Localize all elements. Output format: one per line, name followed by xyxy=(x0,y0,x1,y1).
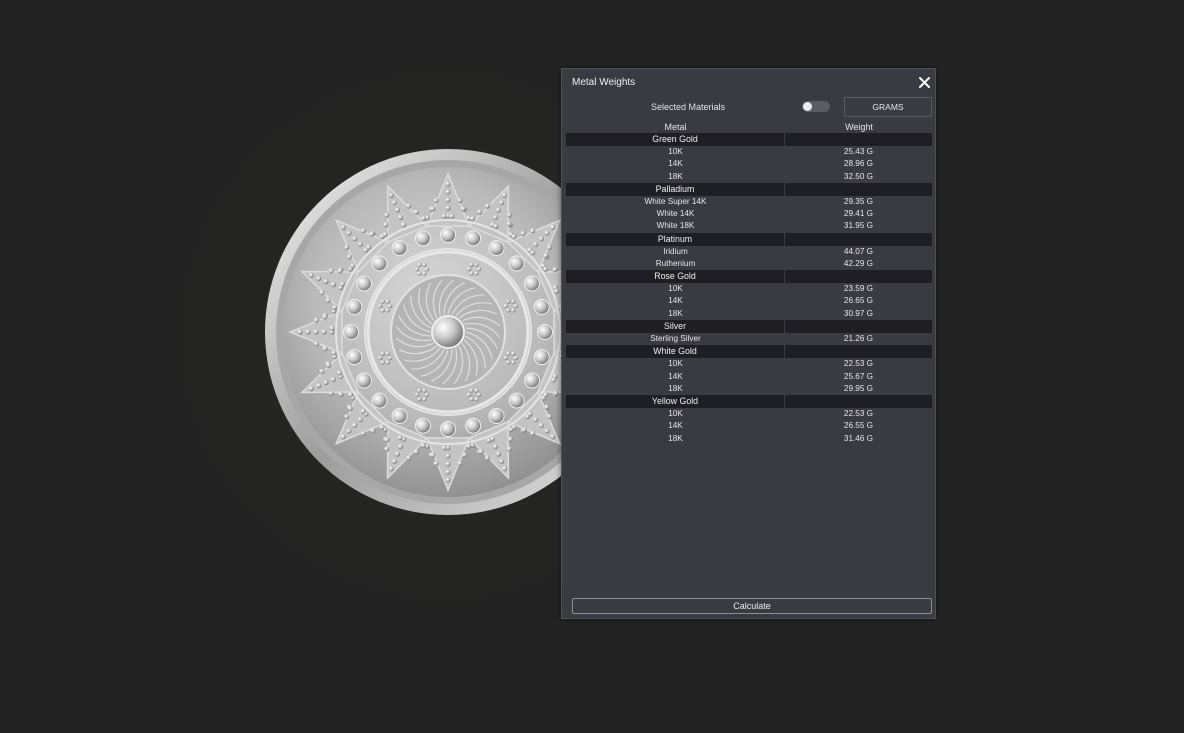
metal-row: Sterling Silver 21.26 G xyxy=(566,333,932,345)
group-weight-blank xyxy=(785,395,932,408)
metal-weight: 29.95 G xyxy=(843,383,874,393)
metal-name: 14K xyxy=(668,371,683,381)
metal-name: 18K xyxy=(668,383,683,393)
metal-weight-table: Green Gold 10K 25.43 G 14K 28.96 G 18K 32.50 G… xyxy=(566,133,932,445)
metal-weight: 29.35 G xyxy=(843,196,874,206)
metal-weight: 26.65 G xyxy=(843,296,874,306)
group-name: Silver xyxy=(566,319,785,333)
panel-title: Metal Weights xyxy=(572,77,636,88)
metal-name: 14K xyxy=(668,159,683,169)
metal-row: 14K 25.67 G xyxy=(566,371,932,383)
metal-weight: 31.46 G xyxy=(843,433,874,443)
metal-name: Ruthenium xyxy=(655,258,696,268)
metal-row: 14K 28.96 G xyxy=(566,158,932,170)
group-weight-blank xyxy=(785,183,932,196)
metal-name: 14K xyxy=(668,421,683,431)
group-name: White Gold xyxy=(566,345,785,359)
metal-name: 18K xyxy=(668,171,683,181)
metal-weight: 29.41 G xyxy=(843,209,874,219)
metal-row: 18K 30.97 G xyxy=(566,308,932,320)
metal-name: 14K xyxy=(668,296,683,306)
metal-name: 18K xyxy=(668,433,683,443)
metal-weight: 42.29 G xyxy=(843,258,874,268)
metal-name: 18K xyxy=(668,308,683,318)
metal-name: 10K xyxy=(668,409,683,419)
metal-weight: 30.97 G xyxy=(843,308,874,318)
metal-row: White Super 14K 29.35 G xyxy=(566,196,932,208)
metal-row: 10K 23.59 G xyxy=(566,283,932,295)
metal-weight: 25.43 G xyxy=(843,147,874,157)
metal-row: Iridium 44.07 G xyxy=(566,246,932,258)
close-icon[interactable] xyxy=(916,74,932,90)
metal-name: Iridium xyxy=(663,246,688,256)
group-name: Yellow Gold xyxy=(566,394,785,409)
group-row: Palladium xyxy=(566,182,932,196)
metal-name: Sterling Silver xyxy=(650,334,701,343)
metal-row: 14K 26.65 G xyxy=(566,295,932,307)
metal-weight: 44.07 G xyxy=(843,246,874,256)
group-row: White Gold xyxy=(566,345,932,359)
calculate-button[interactable]: Calculate xyxy=(572,598,932,614)
metal-row: 10K 22.53 G xyxy=(566,358,932,370)
metal-name: White 18K xyxy=(656,221,695,231)
metal-row: 18K 29.95 G xyxy=(566,383,932,395)
metal-row: 14K 26.55 G xyxy=(566,420,932,432)
metal-weight: 22.53 G xyxy=(843,359,874,369)
group-weight-blank xyxy=(785,133,932,146)
group-weight-blank xyxy=(785,233,932,246)
group-name: Rose Gold xyxy=(566,270,785,284)
metal-weight: 32.50 G xyxy=(843,171,874,181)
group-name: Green Gold xyxy=(566,133,785,147)
metal-weight: 22.53 G xyxy=(843,409,874,419)
metal-name: 10K xyxy=(668,284,683,294)
toggle-knob xyxy=(803,102,812,111)
group-row: Rose Gold xyxy=(566,270,932,284)
group-name: Palladium xyxy=(566,182,785,196)
group-row: Green Gold xyxy=(566,133,932,147)
coin-center-medallion xyxy=(366,250,530,414)
group-row: Silver xyxy=(566,319,932,333)
metal-name: 10K xyxy=(668,147,683,157)
metal-row: White 14K 29.41 G xyxy=(566,208,932,220)
group-weight-blank xyxy=(785,345,932,358)
metal-name: White Super 14K xyxy=(644,196,707,206)
metal-weight: 28.96 G xyxy=(843,159,874,169)
metal-name: White 14K xyxy=(656,209,695,219)
metal-weight: 26.55 G xyxy=(843,421,874,431)
selected-materials-toggle[interactable] xyxy=(802,101,830,112)
metal-row: Ruthenium 42.29 G xyxy=(566,258,932,270)
group-weight-blank xyxy=(785,270,932,283)
metal-weight: 23.59 G xyxy=(843,284,874,294)
selected-materials-label: Selected Materials xyxy=(651,102,726,112)
metal-weight: 25.67 G xyxy=(843,371,874,381)
column-header-weight: Weight xyxy=(845,122,873,132)
metal-weights-panel: Metal Weights Selected Materials GRAMS M… xyxy=(561,68,936,619)
metal-row: 18K 32.50 G xyxy=(566,171,932,183)
group-row: Platinum xyxy=(566,232,932,246)
metal-row: 10K 22.53 G xyxy=(566,408,932,420)
metal-row: 10K 25.43 G xyxy=(566,146,932,158)
metal-weight: 21.26 G xyxy=(843,334,874,343)
group-name: Platinum xyxy=(566,232,785,246)
metal-weight: 31.95 G xyxy=(843,221,874,231)
group-weight-blank xyxy=(785,320,932,333)
metal-row: White 18K 31.95 G xyxy=(566,220,932,232)
group-row: Yellow Gold xyxy=(566,394,932,409)
metal-row: 18K 31.46 G xyxy=(566,433,932,445)
metal-name: 10K xyxy=(668,359,683,369)
units-button[interactable]: GRAMS xyxy=(844,97,932,117)
column-header-metal: Metal xyxy=(664,122,687,132)
